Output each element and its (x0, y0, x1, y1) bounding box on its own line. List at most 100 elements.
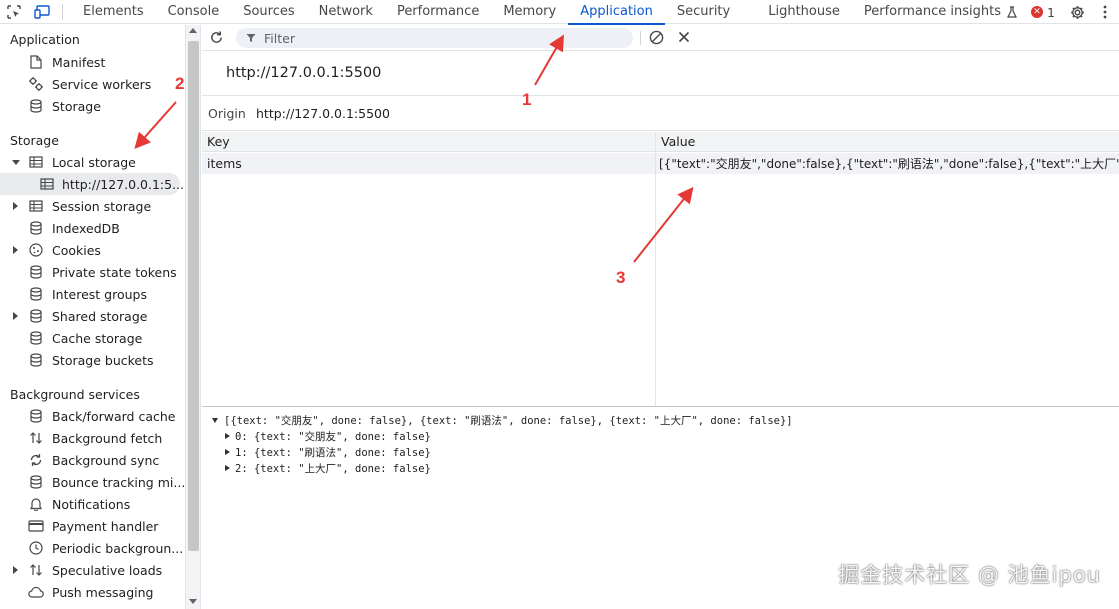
sidebar-item-storage[interactable]: Storage (28, 95, 101, 117)
tab-elements[interactable]: Elements (71, 0, 156, 24)
expand-arrow-icon[interactable] (13, 566, 18, 574)
expand-arrow-icon[interactable] (13, 312, 18, 320)
sidebar-item-storage-buckets[interactable]: Storage buckets (28, 349, 154, 371)
settings-gear-icon[interactable] (1063, 0, 1091, 24)
sidebar-item-label: Cache storage (52, 330, 143, 346)
sidebar-item-push-messaging[interactable]: Push messaging (28, 581, 153, 603)
sync-icon (28, 452, 44, 468)
sidebar-item-private-state-tokens[interactable]: Private state tokens (28, 261, 177, 283)
sidebar-item-label: Back/forward cache (52, 408, 176, 424)
database-icon (28, 352, 44, 368)
error-count-badge[interactable]: ✕ 1 (1023, 5, 1063, 20)
cell-key: items (207, 156, 242, 171)
sidebar-item-service-workers[interactable]: Service workers (28, 73, 151, 95)
sidebar-item-cache-storage[interactable]: Cache storage (28, 327, 142, 349)
sidebar-item-back-forward-cache[interactable]: Back/forward cache (28, 405, 175, 427)
preview-child[interactable]: 1: {text: "刷语法", done: false} (225, 444, 431, 460)
preview-root-text: [{text: "交朋友", done: false}, {text: "刷语法… (224, 414, 793, 427)
tab-performance-insights-label: Performance insights (863, 4, 1001, 19)
gears-icon (28, 76, 44, 92)
sidebar-item-speculative-loads[interactable]: Speculative loads (12, 559, 162, 581)
document-icon (28, 54, 44, 70)
refresh-icon[interactable] (209, 30, 224, 48)
expand-arrow-icon[interactable] (225, 449, 230, 455)
expand-arrow-icon[interactable] (13, 246, 18, 254)
table-row[interactable]: items [{"text":"交朋友","done":false},{"tex… (202, 153, 1119, 174)
sidebar-item-background-sync[interactable]: Background sync (28, 449, 159, 471)
up-down-arrows-icon (28, 430, 44, 446)
scroll-up-icon[interactable] (189, 28, 197, 33)
expand-arrow-icon[interactable] (12, 160, 20, 165)
database-icon (28, 286, 44, 302)
database-icon (28, 408, 44, 424)
sidebar-item-label: Private state tokens (52, 264, 177, 280)
cloud-icon (28, 584, 44, 600)
device-toolbar-icon[interactable] (28, 0, 56, 24)
sidebar-scrollbar[interactable] (185, 25, 201, 609)
origin-value: http://127.0.0.1:5500 (256, 105, 390, 121)
sidebar-item-label: Background sync (52, 452, 160, 468)
collapse-arrow-icon[interactable] (212, 417, 218, 423)
sidebar-item-label: Push messaging (52, 584, 154, 600)
sidebar-item-label: Payment handler (52, 518, 159, 534)
column-header-value[interactable]: Value (656, 132, 1119, 152)
database-icon (28, 98, 44, 114)
tab-performance-insights[interactable]: Performance insights (852, 0, 1030, 24)
sidebar-item-notifications[interactable]: Notifications (28, 493, 130, 515)
sidebar-item-label: Interest groups (52, 286, 147, 302)
sidebar-item-local-storage[interactable]: Local storage (12, 151, 136, 173)
sidebar-item-bounce-tracking[interactable]: Bounce tracking mi... (28, 471, 185, 493)
sidebar-item-periodic-background-sync[interactable]: Periodic backgroun... (28, 537, 183, 559)
delete-selected-icon[interactable] (678, 31, 690, 46)
sidebar-item-interest-groups[interactable]: Interest groups (28, 283, 147, 305)
more-options-icon[interactable] (1091, 0, 1119, 24)
table-icon (28, 198, 44, 214)
sidebar-item-background-fetch[interactable]: Background fetch (28, 427, 162, 449)
tab-console[interactable]: Console (156, 0, 232, 24)
sidebar-item-indexeddb[interactable]: IndexedDB (28, 217, 120, 239)
sidebar-item-label: Bounce tracking mi... (52, 474, 185, 490)
expand-arrow-icon[interactable] (13, 202, 18, 210)
sidebar-item-label: Manifest (52, 54, 106, 70)
sidebar-item-label: Local storage (52, 154, 136, 170)
sidebar-item-label: Storage (52, 98, 101, 114)
cell-value: [{"text":"交朋友","done":false},{"text":"刷语… (659, 157, 1119, 171)
sidebar-item-cookies[interactable]: Cookies (12, 239, 101, 261)
scroll-down-icon[interactable] (189, 599, 197, 604)
tab-network[interactable]: Network (307, 0, 385, 24)
column-header-key[interactable]: Key (202, 132, 655, 152)
sidebar-item-payment-handler[interactable]: Payment handler (28, 515, 158, 537)
expand-arrow-icon[interactable] (225, 465, 230, 471)
sidebar-item-label: Service workers (52, 76, 152, 92)
sidebar-item-local-origin[interactable]: http://127.0.0.1:5... (0, 173, 184, 195)
preview-root[interactable]: [{text: "交朋友", done: false}, {text: "刷语法… (212, 412, 793, 428)
sidebar-item-session-storage[interactable]: Session storage (12, 195, 151, 217)
scrollbar-thumb[interactable] (188, 41, 199, 551)
sidebar-item-label: Cookies (52, 242, 101, 258)
column-divider[interactable] (655, 132, 656, 406)
preview-child[interactable]: 0: {text: "交朋友", done: false} (225, 428, 431, 444)
error-count: 1 (1047, 4, 1055, 20)
sidebar-item-label: Notifications (52, 496, 131, 512)
sidebar-item-label: Shared storage (52, 308, 148, 324)
origin-row: Origin http://127.0.0.1:5500 (202, 95, 1119, 131)
tab-performance[interactable]: Performance (385, 0, 491, 24)
preview-child-text: 1: {text: "刷语法", done: false} (235, 446, 431, 459)
tab-sources[interactable]: Sources (231, 0, 306, 24)
experiment-flask-icon (1007, 5, 1017, 18)
tab-security[interactable]: Security (665, 0, 742, 24)
filter-input[interactable]: Filter (236, 28, 633, 48)
sidebar-item-manifest[interactable]: Manifest (28, 51, 105, 73)
filter-funnel-icon (246, 34, 256, 42)
expand-arrow-icon[interactable] (225, 433, 230, 439)
preview-child[interactable]: 2: {text: "上大厂", done: false} (225, 460, 431, 476)
sidebar-item-label: Background fetch (52, 430, 163, 446)
sidebar-item-label: Storage buckets (52, 352, 154, 368)
tab-lighthouse[interactable]: Lighthouse (756, 0, 852, 24)
tab-memory[interactable]: Memory (491, 0, 568, 24)
inspect-element-icon[interactable] (0, 0, 28, 24)
sidebar-item-shared-storage[interactable]: Shared storage (12, 305, 147, 327)
tab-application[interactable]: Application (568, 0, 665, 25)
clear-all-icon[interactable] (649, 30, 664, 48)
preview-child-text: 2: {text: "上大厂", done: false} (235, 462, 431, 475)
